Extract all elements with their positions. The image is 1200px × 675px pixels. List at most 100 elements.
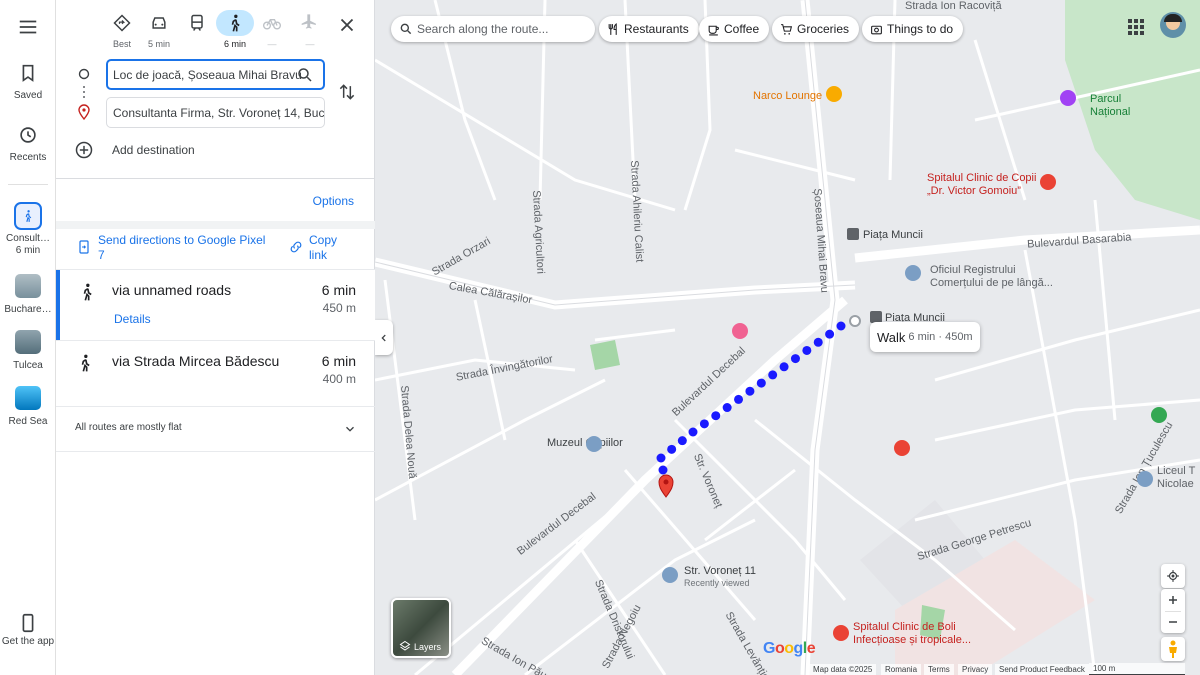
add-destination-button[interactable]: Add destination bbox=[74, 140, 324, 160]
my-location-icon bbox=[1167, 570, 1179, 582]
mode-walking[interactable]: 6 min bbox=[216, 10, 254, 49]
poi-icon[interactable] bbox=[1151, 407, 1167, 423]
privacy-link[interactable]: Privacy bbox=[958, 664, 993, 675]
route-dot bbox=[802, 345, 812, 355]
map-data-label: Map data ©2025 bbox=[809, 664, 877, 675]
chip-coffee[interactable]: Coffee bbox=[699, 16, 770, 42]
hospital-icon[interactable] bbox=[1040, 174, 1056, 190]
send-directions-label: Send directions to Google Pixel 7 bbox=[98, 233, 266, 262]
restaurant-icon bbox=[608, 22, 617, 35]
route-dot bbox=[756, 378, 766, 388]
route-option-2[interactable]: via Strada Mircea Bădescu 6 min 400 m bbox=[56, 341, 375, 406]
hospital-icon[interactable] bbox=[833, 625, 849, 641]
route-dot bbox=[677, 436, 687, 446]
menu-icon bbox=[19, 20, 37, 34]
route-callout[interactable]: Walk 6 min · 450m bbox=[870, 322, 980, 352]
search-icon[interactable] bbox=[296, 66, 314, 84]
divider bbox=[56, 451, 375, 452]
my-location-button[interactable] bbox=[1161, 564, 1185, 588]
hospital-marker-icon[interactable] bbox=[894, 440, 910, 456]
map-canvas[interactable]: Search along the route... Restaurants Co… bbox=[375, 0, 1200, 675]
metro-icon[interactable] bbox=[847, 228, 859, 240]
mode-flight[interactable]: — bbox=[291, 10, 329, 49]
destination-pin-icon[interactable] bbox=[658, 474, 674, 498]
bookmark-icon bbox=[22, 64, 34, 82]
close-icon bbox=[340, 18, 354, 32]
place-label-narco: Narco Lounge bbox=[753, 90, 823, 102]
recent-item-consult[interactable]: Consult… 6 min bbox=[0, 202, 56, 257]
saved-label: Saved bbox=[13, 90, 43, 101]
tulcea-thumbnail bbox=[15, 330, 41, 354]
park-marker-icon[interactable] bbox=[1060, 90, 1076, 106]
mode-label: 5 min bbox=[147, 39, 170, 49]
mode-cycling[interactable]: — bbox=[253, 10, 291, 49]
history-icon bbox=[20, 127, 36, 143]
recent-item-tulcea[interactable]: Tulcea bbox=[0, 330, 56, 372]
get-app-button[interactable]: Get the app bbox=[0, 612, 56, 648]
country-label[interactable]: Romania bbox=[881, 664, 922, 675]
museum-icon[interactable] bbox=[586, 436, 602, 452]
origin-field[interactable]: Loc de joacă, Șoseaua Mihai Bravu bbox=[106, 59, 325, 90]
route-dot bbox=[656, 453, 666, 463]
chip-things-to-do[interactable]: Things to do bbox=[862, 16, 964, 42]
route-option-1[interactable]: via unnamed roads 6 min 450 m Details bbox=[56, 270, 375, 340]
walk-icon bbox=[14, 202, 42, 230]
recent-item-sub: 6 min bbox=[15, 245, 41, 256]
search-icon bbox=[400, 23, 412, 35]
walk-icon bbox=[231, 14, 240, 32]
avatar[interactable] bbox=[1160, 12, 1186, 38]
layers-button[interactable]: Layers bbox=[391, 598, 451, 658]
saved-button[interactable]: Saved bbox=[0, 62, 56, 101]
panel-divider bbox=[56, 178, 375, 179]
school-icon[interactable] bbox=[1137, 471, 1153, 487]
menu-button[interactable] bbox=[0, 16, 56, 44]
details-button[interactable]: Details bbox=[114, 312, 151, 326]
street-view-button[interactable] bbox=[1161, 637, 1185, 661]
apps-grid-icon[interactable] bbox=[1127, 18, 1145, 36]
left-rail: Saved Recents Consult… 6 min Buchare… Tu… bbox=[0, 0, 56, 675]
phone-icon bbox=[22, 613, 34, 633]
chip-groceries[interactable]: Groceries bbox=[772, 16, 860, 42]
zoom-out-button[interactable] bbox=[1161, 611, 1185, 633]
link-icon bbox=[290, 241, 302, 253]
shop-icon[interactable] bbox=[732, 323, 748, 339]
street-label: Strada Ion Racoviță bbox=[905, 0, 1002, 12]
search-along-route-input[interactable]: Search along the route... bbox=[391, 16, 595, 42]
bar-icon[interactable] bbox=[826, 86, 842, 102]
destination-field[interactable]: Consultanta Firma, Str. Voroneț 14, Bucu… bbox=[106, 97, 325, 128]
chevron-left-icon bbox=[381, 334, 386, 341]
elevation-toggle[interactable]: All routes are mostly flat bbox=[56, 407, 375, 451]
scale-bar[interactable]: 100 m bbox=[1089, 663, 1185, 675]
google-logo: Google bbox=[763, 640, 816, 657]
directions-panel: Best 5 min 6 min — — Loc de joacă, Șosea… bbox=[56, 0, 375, 675]
chip-restaurants[interactable]: Restaurants bbox=[599, 16, 699, 42]
government-icon[interactable] bbox=[905, 265, 921, 281]
mode-best[interactable]: Best bbox=[103, 10, 141, 49]
chip-label: Coffee bbox=[724, 22, 760, 36]
recents-label: Recents bbox=[9, 152, 47, 163]
mode-label: 6 min bbox=[223, 39, 246, 49]
terms-link[interactable]: Terms bbox=[924, 664, 954, 675]
mode-driving[interactable]: 5 min bbox=[140, 10, 178, 49]
place-label-muzeul: Muzeul Copiilor bbox=[547, 437, 623, 449]
mode-transit[interactable] bbox=[178, 10, 216, 39]
layers-label: Layers bbox=[414, 642, 442, 652]
chip-label: Groceries bbox=[797, 22, 850, 36]
origin-field-value: Loc de joacă, Șoseaua Mihai Bravu bbox=[113, 68, 302, 82]
route-title: via unnamed roads bbox=[112, 282, 232, 298]
collapse-panel-button[interactable] bbox=[375, 320, 393, 355]
flight-icon bbox=[301, 14, 316, 29]
zoom-in-button[interactable] bbox=[1161, 589, 1185, 611]
feedback-link[interactable]: Send Product Feedback bbox=[995, 664, 1089, 675]
copy-link-label: Copy link bbox=[309, 233, 338, 262]
minus-icon bbox=[1169, 621, 1177, 623]
options-button[interactable]: Options bbox=[313, 194, 354, 208]
swap-icon[interactable] bbox=[337, 82, 357, 102]
close-button[interactable] bbox=[336, 14, 358, 36]
plus-icon bbox=[1169, 596, 1177, 604]
recent-item-red-sea[interactable]: Red Sea bbox=[0, 386, 56, 428]
recents-button[interactable]: Recents bbox=[0, 124, 56, 163]
recent-place-icon[interactable] bbox=[662, 567, 678, 583]
recent-item-bucharest[interactable]: Buchare… bbox=[0, 274, 56, 316]
callout-mode: Walk bbox=[877, 329, 906, 345]
